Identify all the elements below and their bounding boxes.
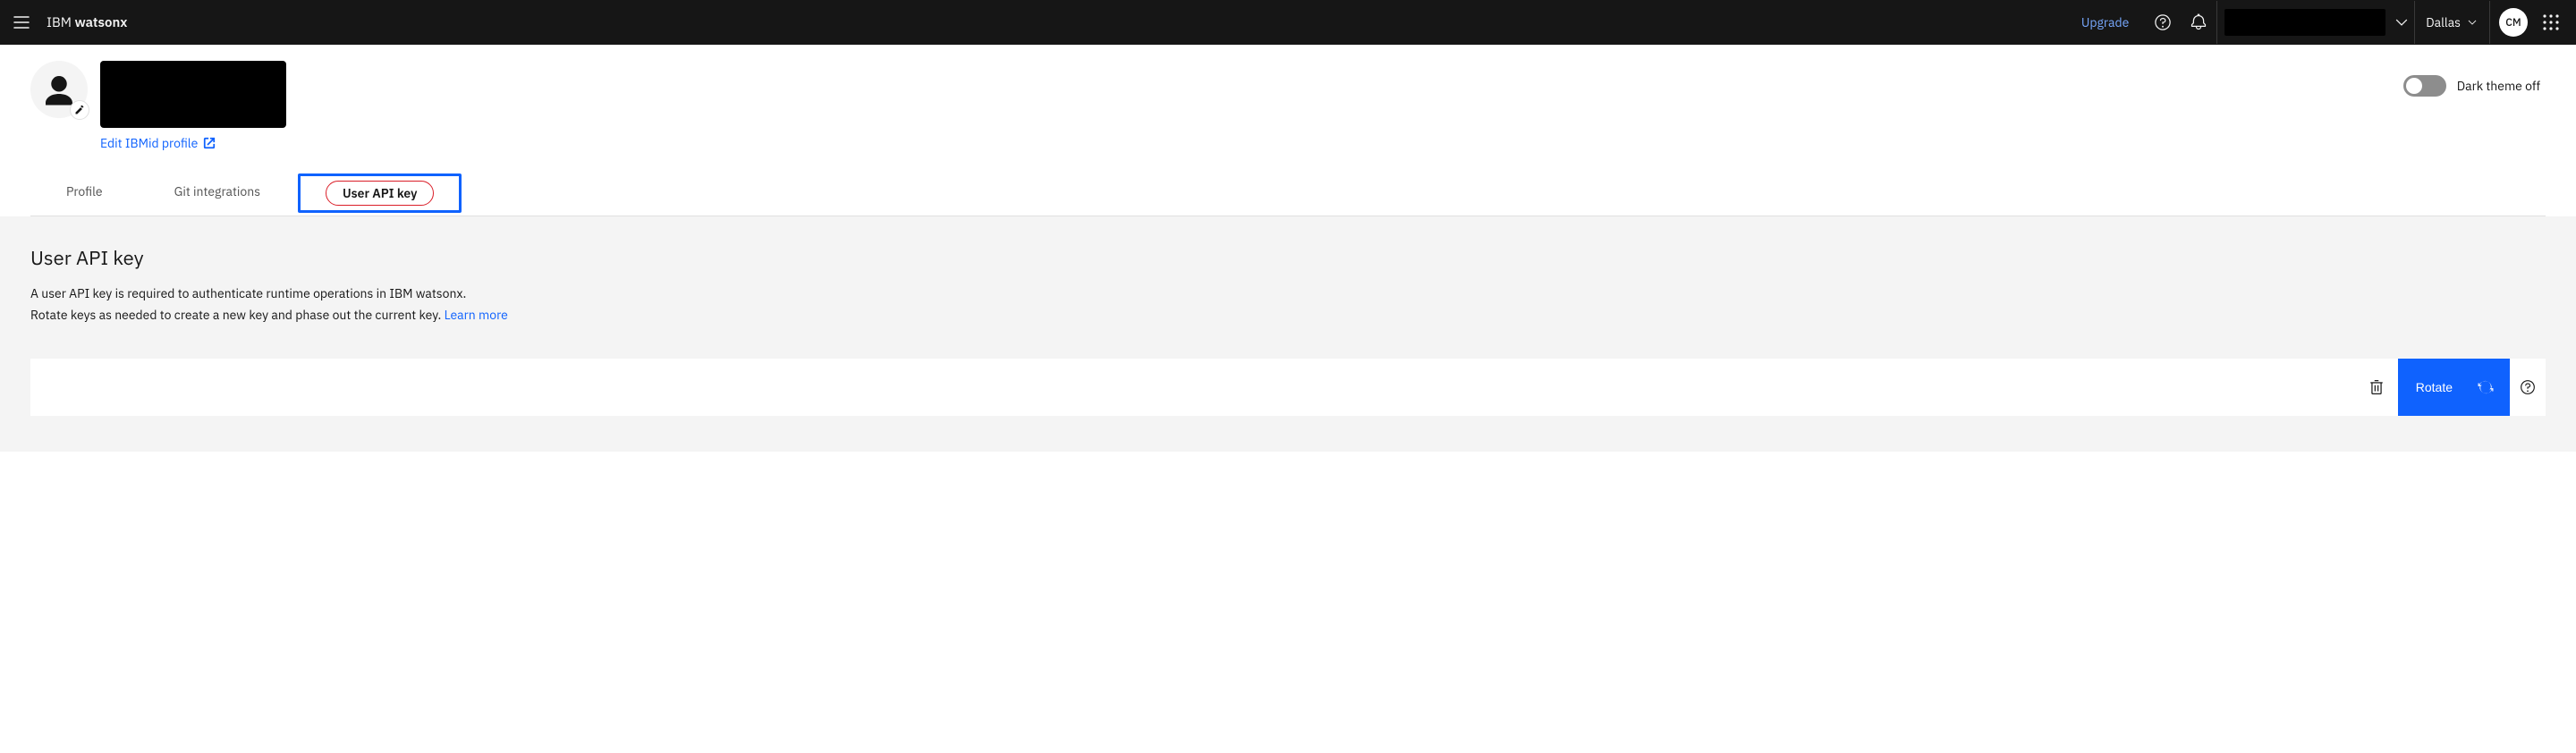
api-key-row: Rotate	[30, 359, 2546, 416]
account-dropdown-button[interactable]	[2389, 1, 2414, 44]
separator	[2489, 1, 2490, 44]
dark-theme-label: Dark theme off	[2457, 78, 2540, 94]
rotate-key-button[interactable]: Rotate	[2398, 359, 2510, 416]
edit-ibmid-link[interactable]: Edit IBMid profile	[100, 135, 286, 151]
user-icon	[41, 72, 77, 107]
tab-git-integrations[interactable]: Git integrations	[139, 171, 296, 216]
header-right: Dark theme off	[2403, 61, 2546, 97]
brand-name: watsonx	[75, 14, 128, 31]
help-icon	[2154, 13, 2172, 31]
app-switcher-icon	[2542, 13, 2560, 31]
hamburger-menu-button[interactable]	[0, 1, 43, 44]
launch-icon	[203, 137, 216, 149]
edit-avatar-button[interactable]	[70, 100, 89, 120]
hamburger-icon	[13, 13, 30, 31]
chevron-down-icon	[2393, 13, 2411, 31]
notifications-button[interactable]	[2181, 1, 2216, 44]
tab-user-api-key[interactable]: User API key	[298, 173, 462, 213]
user-avatar[interactable]: CM	[2499, 8, 2528, 37]
profile-header: Edit IBMid profile Dark theme off	[0, 45, 2576, 151]
edit-ibmid-label: Edit IBMid profile	[100, 135, 198, 151]
rotate-icon	[2478, 379, 2494, 395]
row-help-button[interactable]	[2510, 359, 2546, 416]
upgrade-link[interactable]: Upgrade	[2081, 14, 2129, 30]
help-icon	[2520, 379, 2536, 395]
description-line-2: Rotate keys as needed to create a new ke…	[30, 305, 2546, 326]
product-title: IBM watsonx	[47, 14, 127, 31]
help-button[interactable]	[2145, 1, 2181, 44]
tabs: Profile Git integrations User API key	[30, 171, 2546, 216]
chevron-down-icon	[2466, 16, 2479, 29]
description-line-2-text: Rotate keys as needed to create a new ke…	[30, 307, 445, 323]
region-selector[interactable]: Dallas	[2415, 14, 2489, 30]
learn-more-link[interactable]: Learn more	[445, 307, 508, 323]
trash-icon	[2368, 379, 2385, 395]
rotate-label: Rotate	[2416, 380, 2453, 394]
tab-user-api-key-label: User API key	[326, 181, 434, 206]
account-selector-redacted[interactable]	[2224, 9, 2385, 36]
avatar-wrapper	[30, 61, 88, 118]
main-content: User API key A user API key is required …	[0, 216, 2576, 452]
name-block: Edit IBMid profile	[100, 61, 286, 151]
separator	[2216, 1, 2217, 44]
user-name-redacted	[100, 61, 286, 128]
bell-icon	[2190, 13, 2207, 31]
brand-prefix: IBM	[47, 14, 75, 31]
region-label: Dallas	[2426, 14, 2461, 30]
top-bar: IBM watsonx Upgrade Dallas CM	[0, 0, 2576, 45]
page-title: User API key	[30, 245, 2546, 271]
delete-key-button[interactable]	[2355, 359, 2398, 416]
description-line-1: A user API key is required to authentica…	[30, 283, 2546, 305]
tab-profile[interactable]: Profile	[30, 171, 139, 216]
app-switcher-button[interactable]	[2533, 1, 2569, 44]
dark-theme-toggle[interactable]	[2403, 75, 2446, 97]
edit-icon	[74, 105, 85, 115]
toggle-knob	[2406, 78, 2422, 94]
